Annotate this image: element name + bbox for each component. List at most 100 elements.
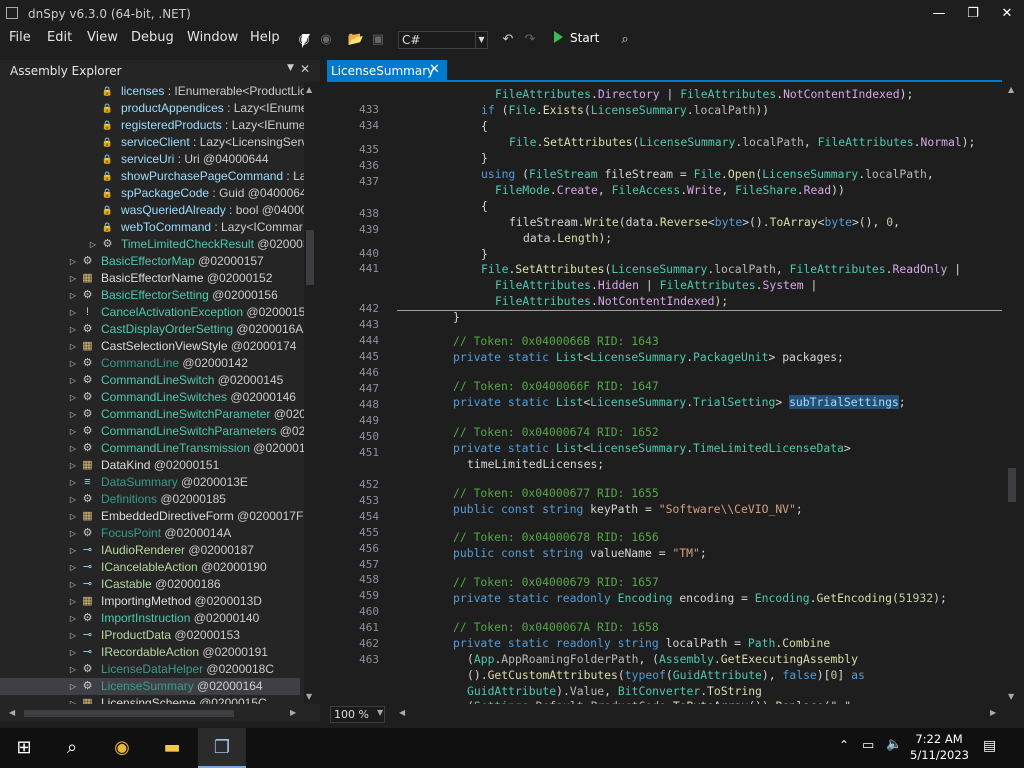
menu-view[interactable]: View (87, 30, 118, 45)
code-line[interactable]: // Token: 0x04000677 RID: 1655 (453, 485, 659, 501)
code-line[interactable]: // Token: 0x0400067A RID: 1658 (453, 619, 659, 635)
open-folder-icon[interactable]: 📂 (346, 30, 366, 50)
code-line[interactable]: public const string keyPath = "Software\… (453, 501, 803, 517)
code-line[interactable]: { (481, 198, 488, 214)
code-line[interactable]: FileAttributes.Hidden | FileAttributes.S… (495, 277, 817, 293)
code-line[interactable]: (App.AppRoamingFolderPath, (Assembly.Get… (467, 651, 858, 667)
code-line[interactable]: File.SetAttributes(LicenseSummary.localP… (509, 134, 975, 150)
code-line[interactable]: FileAttributes.NotContentIndexed); (495, 293, 728, 309)
menu-help[interactable]: Help (250, 30, 280, 45)
code-line[interactable]: } (481, 246, 488, 262)
expand-icon[interactable]: ▷ (88, 236, 98, 253)
tree-item-licenses[interactable]: 🔒 licenses : IEnumerable<ProductLic (0, 83, 304, 100)
scroll-up-icon[interactable]: ▲ (306, 85, 312, 94)
expand-icon[interactable]: ▷ (68, 542, 78, 559)
tree-item-cancelactivationexception[interactable]: ▷! CancelActivationException @0200015E (0, 304, 304, 321)
tree-item-iaudiorenderer[interactable]: ▷ ⊸ IAudioRenderer @02000187 (0, 542, 300, 559)
tree-item-serviceuri[interactable]: 🔒 serviceUri : Uri @04000644 (0, 151, 300, 168)
code-line[interactable]: data.Length); (523, 230, 612, 246)
tray-chevron-up-icon[interactable]: ⌃ (839, 738, 849, 752)
expand-icon[interactable]: ▷ (68, 321, 78, 338)
tree-item-commandlinetransmission[interactable]: ▷ ⚙ CommandLineTransmission @0200014 (0, 440, 304, 457)
tree-item-serviceclient[interactable]: 🔒 serviceClient : Lazy<LicensingServi (0, 134, 304, 151)
code-line[interactable]: // Token: 0x04000679 RID: 1657 (453, 574, 659, 590)
code-line[interactable]: // Token: 0x0400066F RID: 1647 (453, 378, 659, 394)
editor-scroll-down-icon[interactable]: ▼ (1008, 692, 1014, 701)
expand-icon[interactable]: ▷ (68, 627, 78, 644)
expand-icon[interactable]: ▷ (68, 389, 78, 406)
close-panel-button[interactable]: ✕ (300, 62, 310, 76)
notification-icon[interactable]: ▤ (983, 738, 996, 754)
save-icon[interactable]: ▣ (368, 30, 388, 50)
tree-item-licensesummary[interactable]: ▷ ⚙ LicenseSummary @02000164 (0, 678, 300, 695)
tree-item-showpurchasepagecommand[interactable]: 🔒 showPurchasePageCommand : Laz (0, 168, 304, 185)
tree-item-wasqueriedalready[interactable]: 🔒 wasQueriedAlready : bool @040006 (0, 202, 304, 219)
code-line[interactable]: private static readonly Encoding encodin… (453, 590, 947, 606)
redo-icon[interactable]: ↷ (520, 30, 540, 50)
tree-item-importinstruction[interactable]: ▷ ⚙ ImportInstruction @02000140 (0, 610, 300, 627)
expand-icon[interactable]: ▷ (68, 644, 78, 661)
tree-item-commandlineswitch[interactable]: ▷ ⚙ CommandLineSwitch @02000145 (0, 372, 300, 389)
tree-item-productappendices[interactable]: 🔒 productAppendices : Lazy<IEnume (0, 100, 304, 117)
assembly-tree[interactable]: 🔒 licenses : IEnumerable<ProductLic 🔒 produ… (0, 82, 304, 704)
expand-icon[interactable]: ▷ (68, 474, 78, 491)
tree-item-basiceffectorsetting[interactable]: ▷ ⚙ BasicEffectorSetting @02000156 (0, 287, 300, 304)
tree-item-irecordableaction[interactable]: ▷ ⊸ IRecordableAction @02000191 (0, 644, 300, 661)
undo-icon[interactable]: ↶ (498, 30, 518, 50)
search-icon[interactable]: ⌕ (615, 30, 635, 50)
editor-vertical-scrollbar[interactable] (1008, 468, 1016, 502)
code-line[interactable]: // Token: 0x04000678 RID: 1656 (453, 529, 659, 545)
tree-item-commandlineswitchparameter[interactable]: ▷ ⚙ CommandLineSwitchParameter @020 (0, 406, 304, 423)
tree-item-castdisplayordersetting[interactable]: ▷ ⚙ CastDisplayOrderSetting @0200016A (0, 321, 303, 338)
tree-item-timelimitedcheckresult[interactable]: ▷ ⚙ TimeLimitedCheckResult @020003 (0, 236, 304, 253)
expand-icon[interactable]: ▷ (68, 423, 78, 440)
expand-icon[interactable]: ▷ (68, 253, 78, 270)
code-line[interactable]: File.SetAttributes(LicenseSummary.localP… (481, 261, 961, 277)
taskbar-search-icon[interactable]: ⌕ (48, 728, 96, 768)
tab-licensesummary[interactable]: LicenseSummary ✕ (327, 60, 447, 82)
menu-window[interactable]: Window (187, 30, 238, 45)
dropdown-icon[interactable]: ▼ (287, 63, 294, 73)
tree-item-datakind[interactable]: ▷ ▦ DataKind @02000151 (0, 457, 300, 474)
expand-icon[interactable]: ▷ (68, 355, 78, 372)
tree-item-basiceffectormap[interactable]: ▷ ⚙ BasicEffectorMap @02000157 (0, 253, 300, 270)
tree-item-embeddeddirectiveform[interactable]: ▷ ▦ EmbeddedDirectiveForm @0200017F (0, 508, 303, 525)
tree-item-registeredproducts[interactable]: 🔒 registeredProducts : Lazy<IEnumer (0, 117, 304, 134)
code-line[interactable]: (Settings.Default.ProductCode.ToByteArra… (467, 698, 858, 704)
windows-start-icon[interactable]: ⊞ (0, 728, 48, 768)
tree-item-icancelableaction[interactable]: ▷ ⊸ ICancelableAction @02000190 (0, 559, 300, 576)
code-line[interactable]: private static List<LicenseSummary.TimeL… (453, 440, 851, 456)
expand-icon[interactable]: ▷ (68, 678, 78, 695)
editor-scroll-up-icon[interactable]: ▲ (1008, 85, 1014, 94)
code-line[interactable]: { (481, 118, 488, 134)
tree-item-basiceffectorname[interactable]: ▷ ▦ BasicEffectorName @02000152 (0, 270, 300, 287)
expand-icon[interactable]: ▷ (68, 610, 78, 627)
tree-item-castselectionviewstyle[interactable]: ▷ ▦ CastSelectionViewStyle @02000174 (0, 338, 300, 355)
menu-file[interactable]: File (9, 30, 31, 45)
expand-icon[interactable]: ▷ (68, 440, 78, 457)
tree-item-commandline[interactable]: ▷ ⚙ CommandLine @02000142 (0, 355, 300, 372)
expand-icon[interactable]: ▷ (68, 457, 78, 474)
expand-icon[interactable]: ▷ (68, 372, 78, 389)
scroll-left-icon[interactable]: ◀ (9, 708, 15, 717)
tree-item-importingmethod[interactable]: ▷ ▦ ImportingMethod @0200013D (0, 593, 300, 610)
volume-icon[interactable]: 🔈 (886, 737, 902, 752)
code-line[interactable]: } (453, 309, 460, 325)
scroll-down-icon[interactable]: ▼ (306, 692, 312, 701)
language-select[interactable]: C# ▼ (398, 31, 488, 49)
tree-item-datasummary[interactable]: ▷ ≡ DataSummary @0200013E (0, 474, 300, 491)
expand-icon[interactable]: ▷ (68, 559, 78, 576)
code-line[interactable]: FileAttributes.Directory | FileAttribute… (495, 86, 913, 102)
code-line[interactable]: // Token: 0x04000674 RID: 1652 (453, 424, 659, 440)
editor-scroll-left-icon[interactable]: ◀ (399, 708, 405, 717)
tree-item-sppackagecode[interactable]: 🔒 spPackageCode : Guid @04000646 (0, 185, 304, 202)
expand-icon[interactable]: ▷ (68, 406, 78, 423)
zoom-dropdown-icon[interactable]: ▼ (377, 708, 383, 717)
expand-icon[interactable]: ▷ (68, 576, 78, 593)
expand-icon[interactable]: ▷ (68, 270, 78, 287)
menu-debug[interactable]: Debug (131, 30, 174, 45)
maximize-button[interactable]: ❐ (956, 0, 990, 28)
navigate-forward-icon[interactable]: ◉ (316, 30, 336, 50)
expand-icon[interactable]: ▷ (68, 525, 78, 542)
tree-item-commandlineswitchparameters[interactable]: ▷ ⚙ CommandLineSwitchParameters @020 (0, 423, 304, 440)
